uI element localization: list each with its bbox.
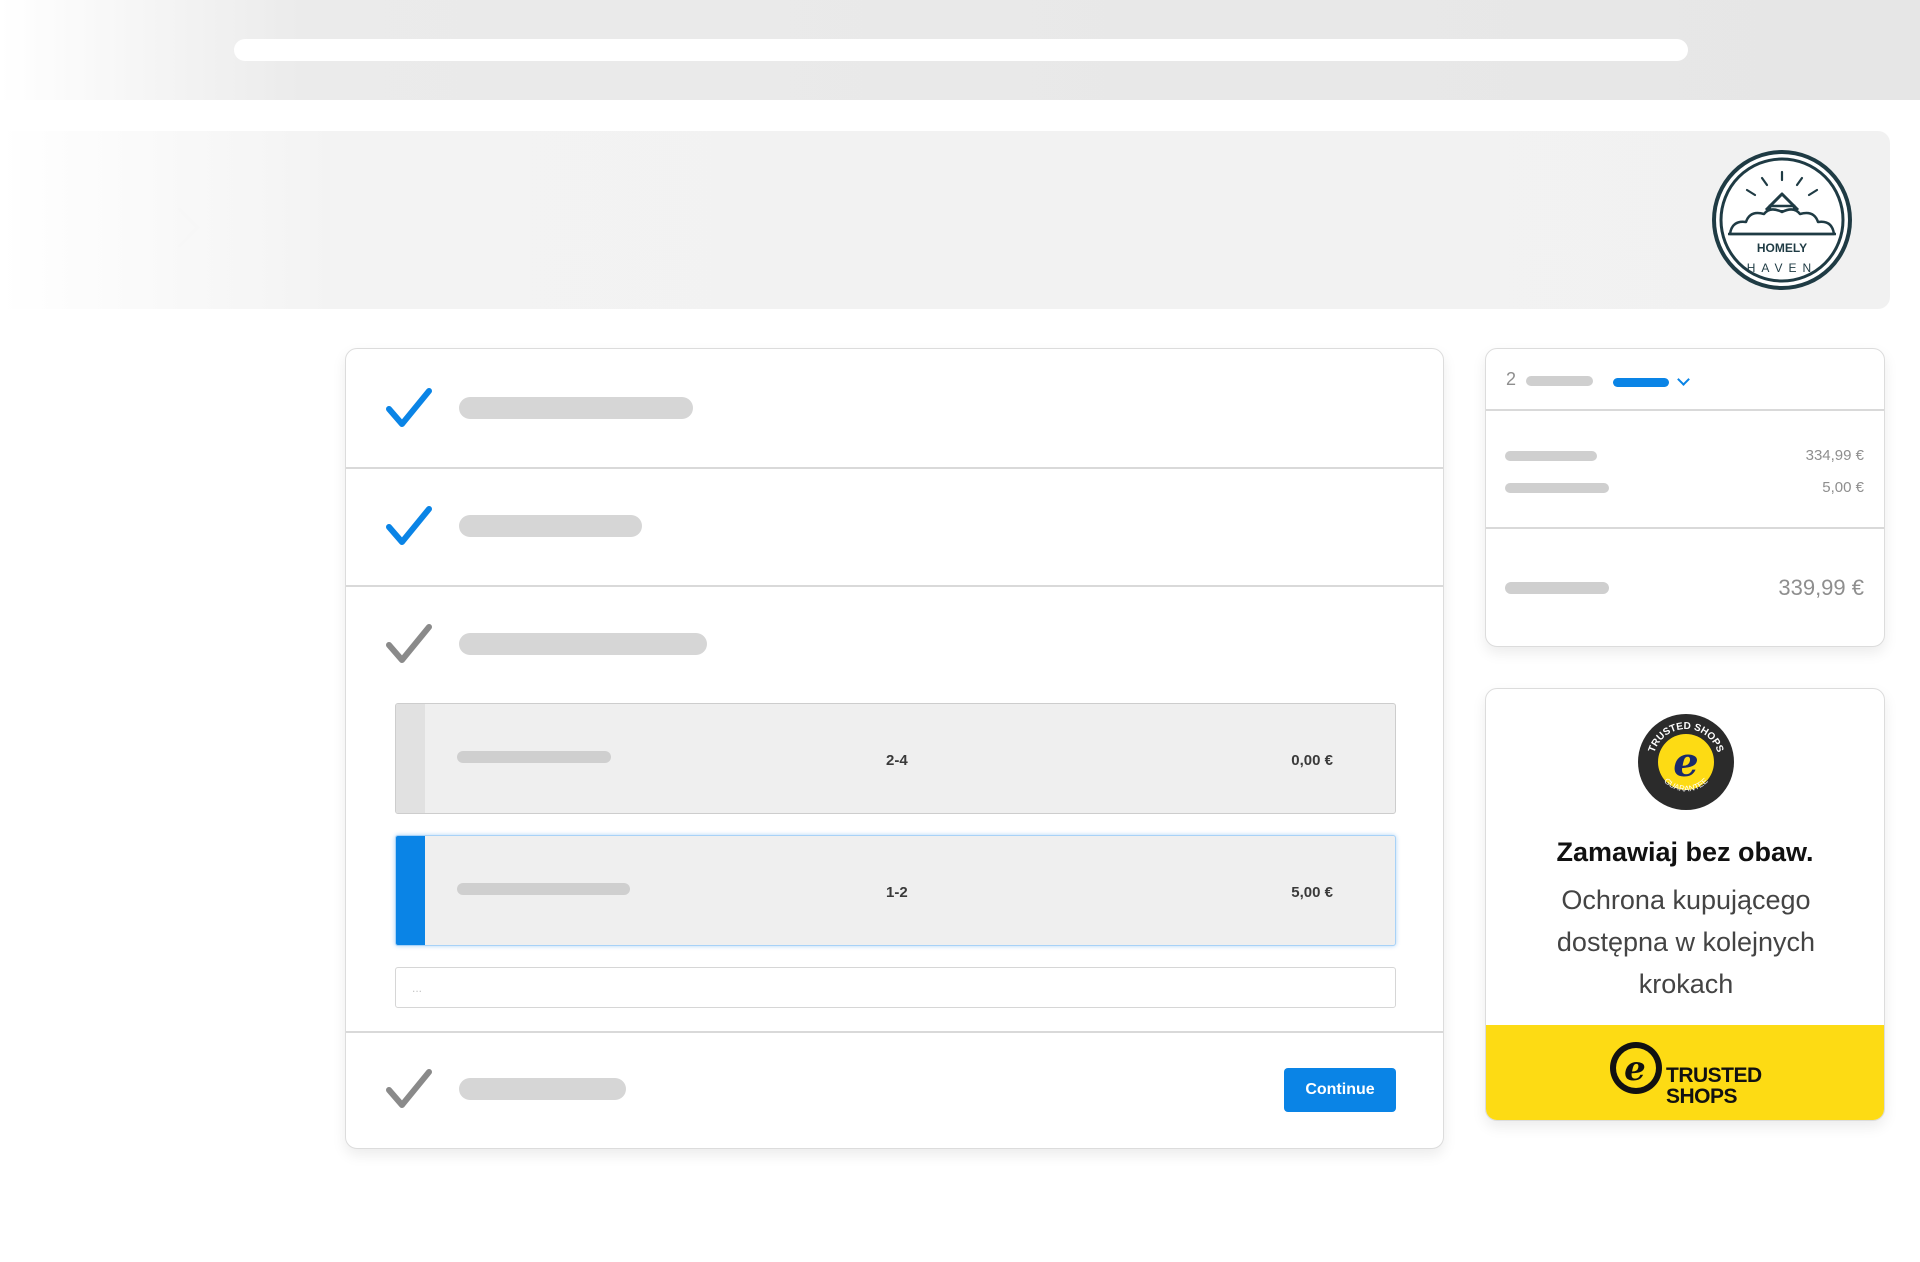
step-2-title-placeholder: [459, 515, 642, 537]
shipping-option-standard[interactable]: 2-4 0,00 €: [395, 703, 1396, 814]
trusted-shops-logo-bar: e TRUSTED SHOPS: [1486, 1025, 1884, 1120]
logo-text-bottom: HAVEN: [1747, 261, 1817, 275]
svg-text:e: e: [1673, 739, 1698, 786]
subtotal-label-placeholder: [1505, 451, 1597, 461]
browser-toolbar: [0, 0, 1920, 100]
divider: [346, 585, 1443, 587]
trusted-shops-badge[interactable]: TRUSTED SHOPS GUARANTEE e Zamawiaj bez o…: [1485, 688, 1885, 1121]
divider: [1486, 409, 1884, 411]
option-price: 5,00 €: [1291, 884, 1333, 901]
step-1-title-placeholder: [459, 397, 693, 419]
subtotal-value: 334,99 €: [1805, 447, 1864, 464]
option-price: 0,00 €: [1291, 752, 1333, 769]
step-4-title-placeholder: [459, 1078, 626, 1100]
address-bar[interactable]: [234, 39, 1688, 61]
check-done-icon: [386, 506, 432, 545]
chevron-down-icon[interactable]: [1677, 373, 1690, 386]
option-indicator: [396, 704, 425, 813]
show-items-toggle[interactable]: [1613, 378, 1669, 387]
step-3-title-placeholder: [459, 633, 707, 655]
delivery-days: 1-2: [886, 884, 908, 901]
shipping-value: 5,00 €: [1822, 479, 1864, 496]
shipping-option-express[interactable]: 1-2 5,00 €: [395, 835, 1396, 946]
trusted-shops-e-icon: e: [1610, 1042, 1662, 1094]
item-count: 2: [1506, 369, 1517, 389]
shop-logo[interactable]: HOMELY HAVEN: [1710, 148, 1854, 292]
delivery-days: 2-4: [886, 752, 908, 769]
option-name-placeholder: [457, 883, 630, 895]
shop-header: [0, 131, 1890, 309]
divider: [346, 1031, 1443, 1033]
divider: [346, 467, 1443, 469]
svg-text:e: e: [1624, 1049, 1646, 1089]
check-pending-icon: [386, 1069, 432, 1108]
check-done-icon: [386, 388, 432, 427]
trusted-shops-seal: TRUSTED SHOPS GUARANTEE e: [1638, 714, 1734, 810]
logo-text-top: HOMELY: [1757, 241, 1807, 255]
trust-headline: Zamawiaj bez obaw.: [1556, 837, 1814, 867]
option-indicator: [396, 836, 425, 945]
items-label-placeholder: [1526, 376, 1593, 386]
wordmark-line-1: TRUSTED: [1666, 1064, 1762, 1087]
trust-description: Ochrona kupującego dostępna w kolejnych …: [1556, 885, 1816, 999]
trusted-shops-wordmark: TRUSTED SHOPS: [1666, 1065, 1762, 1107]
option-name-placeholder: [457, 751, 611, 763]
comment-input[interactable]: [395, 967, 1396, 1008]
wordmark-line-2: SHOPS: [1666, 1085, 1738, 1108]
checkout-steps: 2-4 0,00 € 1-2 5,00 € Continue: [345, 348, 1444, 1149]
continue-button[interactable]: Continue: [1284, 1068, 1396, 1112]
order-summary: 2 334,99 € 5,00 € 339,99 €: [1485, 348, 1885, 647]
check-pending-icon: [386, 624, 432, 663]
divider: [1486, 527, 1884, 529]
total-label-placeholder: [1505, 582, 1609, 594]
total-value: 339,99 €: [1778, 575, 1864, 600]
shipping-label-placeholder: [1505, 483, 1609, 493]
